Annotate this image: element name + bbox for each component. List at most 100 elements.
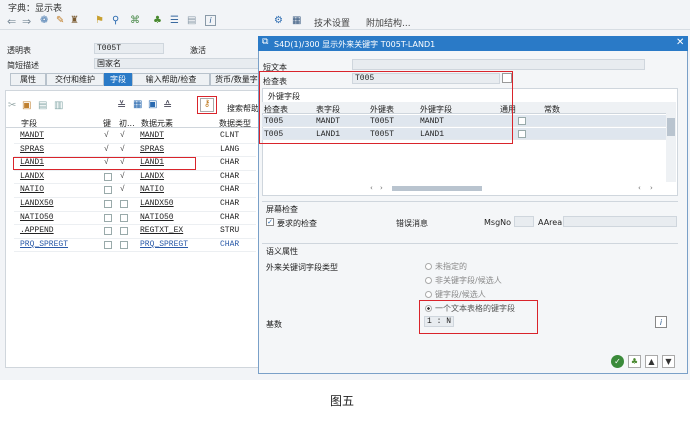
scroll-left-icon[interactable]: ‹ [370, 184, 373, 192]
required-check-checkbox[interactable]: ✓ [266, 218, 274, 226]
key-checkbox[interactable] [104, 186, 112, 195]
field-name-cell: .APPEND [20, 226, 54, 236]
navigation-window-icon[interactable]: ☰ [170, 15, 179, 26]
table-row[interactable]: LANDX √ LANDX CHAR [14, 171, 256, 185]
indexes-icon[interactable]: ▦ [292, 15, 301, 26]
confirm-button[interactable]: ✓ [611, 355, 624, 368]
active-status: 激活 [190, 46, 206, 55]
tab-attributes[interactable]: 属性 [10, 73, 46, 86]
table-row[interactable]: NATIO √ NATIO CHAR [14, 184, 256, 198]
tab-currency[interactable]: 货币/数量字 [210, 73, 262, 86]
tech-settings-icon[interactable]: ⚙ [274, 15, 283, 26]
short-desc-field[interactable]: 国家名 [94, 58, 259, 69]
table-row[interactable]: .APPEND REGTXT_EX STRU [14, 225, 256, 239]
key-checkbox[interactable] [104, 172, 112, 181]
init-checkbox[interactable] [120, 227, 128, 236]
table-row[interactable]: SPRAS √ √ SPRAS LANG [14, 144, 256, 158]
radio-label: 未指定的 [435, 262, 467, 271]
data-element-cell: MANDT [140, 131, 165, 140]
collapse-icon[interactable]: ≚ [117, 99, 126, 112]
key-checkbox[interactable] [104, 213, 112, 222]
short-desc-label: 简短描述 [7, 61, 39, 70]
field-name-cell: NATIO50 [20, 212, 54, 222]
cut-icon[interactable]: ✂ [8, 100, 16, 111]
col-data-element: 数据元素 [141, 119, 173, 128]
init-checkbox[interactable] [120, 240, 128, 249]
field-name-cell: NATIO [20, 185, 45, 195]
tab-fields[interactable]: 字段 [104, 73, 132, 86]
other-object-icon[interactable]: ❁ [40, 15, 48, 26]
key-check-cell: √ [104, 131, 109, 140]
fk-generic-checkbox[interactable] [518, 130, 526, 138]
expand-icon[interactable]: ≙ [163, 99, 172, 112]
text-help-icon[interactable]: i [655, 316, 667, 328]
where-used-icon[interactable]: ⚲ [112, 15, 119, 26]
table-row[interactable]: NATIO50 NATIO50 CHAR [14, 212, 256, 226]
required-check-label: 要求的检查 [277, 219, 317, 228]
scroll-right-icon[interactable]: › [650, 184, 653, 192]
table-row[interactable]: LANDX50 LANDX50 CHAR [14, 198, 256, 212]
semantic-highlight [419, 300, 538, 334]
hierarchy-icon[interactable]: ♣ [153, 15, 162, 26]
field-name-cell: LANDX50 [20, 199, 54, 208]
data-type-cell: CHAR [220, 199, 240, 208]
tech-settings-button[interactable]: 技术设置 [314, 16, 350, 29]
toolbar: ⇐ ⇒ ❁ ✎ ♜ ⚑ ⚲ ⌘ ♣ ☰ ▤ i ⚙ ▦ 技术设置 附加结构... [0, 13, 690, 30]
next-button[interactable]: ▼ [662, 355, 675, 368]
hierarchy-button[interactable]: ♣ [628, 355, 641, 368]
error-msg-label: 错误消息 [396, 219, 428, 228]
activate-icon[interactable]: ⚑ [95, 15, 104, 26]
key-checkbox[interactable] [104, 227, 112, 236]
insert-row-icon[interactable]: ▤ [38, 100, 47, 111]
scroll-left-icon[interactable]: ‹ [638, 184, 641, 192]
fk-generic-checkbox[interactable] [518, 117, 526, 125]
field-name-cell: SPRAS [20, 144, 45, 154]
close-icon[interactable]: ✕ [676, 37, 684, 48]
display-change-icon[interactable]: ✎ [56, 15, 64, 26]
data-element-cell: REGTXT_EX [140, 226, 184, 236]
object-list-icon[interactable]: ⌘ [130, 15, 140, 26]
check-icon[interactable]: ♜ [70, 15, 79, 26]
aarea-field[interactable] [563, 216, 677, 227]
col-data-type: 数据类型 [219, 119, 251, 128]
col-init: 初... [119, 119, 135, 128]
scroll-right-icon[interactable]: › [380, 184, 383, 192]
table-row[interactable]: PRQ_SPREGT PRQ_SPREGT CHAR [14, 239, 256, 253]
fk-field-type-label: 外来关键词字段类型 [266, 263, 338, 272]
tab-delivery[interactable]: 交付和维护 [46, 73, 104, 86]
fk-scroll-thumb[interactable] [667, 118, 675, 136]
back-icon[interactable]: ⇐ [7, 15, 16, 28]
append-structure-button[interactable]: 附加结构... [366, 16, 411, 29]
tab-input-help[interactable]: 输入帮助/检查 [132, 73, 210, 86]
info-icon[interactable]: i [205, 15, 216, 26]
init-checkbox[interactable] [120, 213, 128, 222]
delete-row-icon[interactable]: ▥ [54, 100, 63, 111]
h-scroll-thumb[interactable] [392, 186, 482, 191]
worklist-icon[interactable]: ▤ [187, 15, 196, 26]
key-checkbox[interactable] [104, 240, 112, 249]
data-type-cell: CHAR [220, 185, 240, 195]
copy-icon[interactable]: ▣ [22, 100, 31, 111]
key-checkbox[interactable] [104, 200, 112, 208]
grid-settings-icon[interactable]: ▣ [148, 99, 157, 110]
field-name-cell: PRQ_SPREGT [20, 239, 69, 249]
radio-option[interactable]: 非关键字段/候选人 [425, 275, 502, 286]
search-help-button[interactable]: 搜索帮助 [227, 103, 259, 114]
radio-option[interactable]: 未指定的 [425, 261, 467, 272]
init-checkbox[interactable] [120, 200, 128, 208]
field-name-cell: MANDT [20, 131, 45, 140]
data-type-cell: CHAR [220, 171, 240, 181]
fk-horizontal-scrollbar[interactable]: ‹ › ‹ › [370, 184, 660, 193]
radio-option[interactable]: 键字段/候选人 [425, 289, 486, 300]
transparent-table-field[interactable]: T005T [94, 43, 164, 54]
init-check-cell: √ [120, 171, 125, 181]
msgno-field[interactable] [514, 216, 534, 227]
forward-icon[interactable]: ⇒ [22, 15, 31, 28]
table-row[interactable]: MANDT √ √ MANDT CLNT [14, 130, 256, 144]
previous-button[interactable]: ▲ [645, 355, 658, 368]
data-type-cell: STRU [220, 226, 240, 236]
fk-vertical-scrollbar[interactable] [666, 102, 676, 182]
select-all-icon[interactable]: ▦ [133, 99, 142, 110]
foreign-key-icon-highlight [197, 96, 217, 114]
short-text-field [352, 59, 645, 70]
